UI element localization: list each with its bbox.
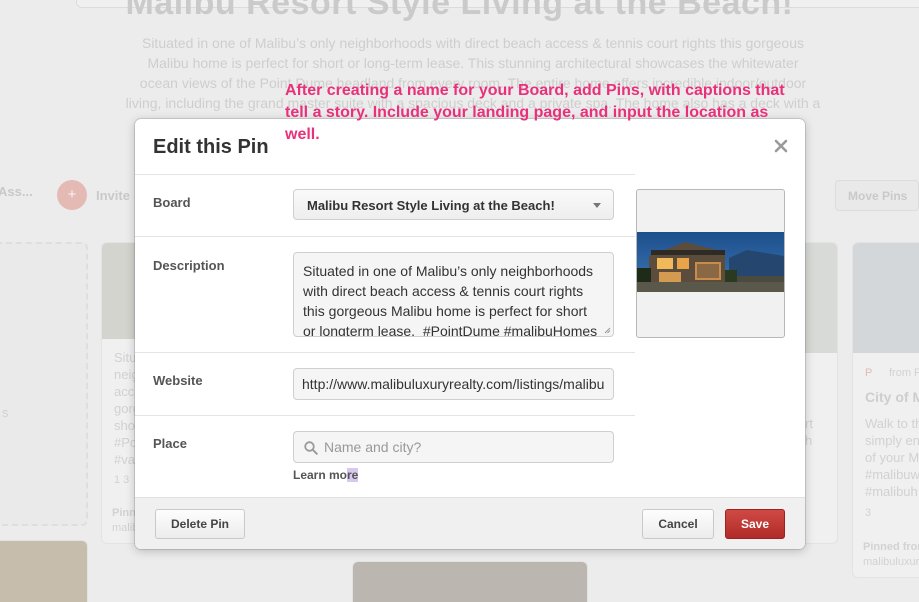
- resize-grip-icon[interactable]: [604, 327, 611, 334]
- learn-more-text-highlight: re: [347, 468, 359, 482]
- delete-pin-button[interactable]: Delete Pin: [155, 509, 245, 539]
- edit-pin-dialog: Edit this Pin Board Malibu Resort Style …: [135, 119, 805, 549]
- place-placeholder: Name and city?: [324, 439, 422, 455]
- pin-image-preview: [636, 189, 785, 338]
- website-input[interactable]: http://www.malibuluxuryrealty.com/listin…: [293, 368, 614, 400]
- dialog-footer: Delete Pin Cancel Save: [135, 497, 805, 549]
- description-label: Description: [153, 258, 225, 273]
- learn-more-link[interactable]: Learn more: [293, 468, 359, 482]
- callout-line: tell a story. Include your landing page,…: [285, 104, 769, 121]
- board-select[interactable]: Malibu Resort Style Living at the Beach!: [293, 189, 614, 220]
- place-input[interactable]: Name and city?: [293, 431, 614, 463]
- board-select-value: Malibu Resort Style Living at the Beach!: [307, 198, 555, 213]
- callout-line: After creating a name for your Board, ad…: [285, 82, 785, 99]
- dialog-title: Edit this Pin: [153, 136, 269, 158]
- house-photo: [637, 232, 784, 292]
- callout-line: well.: [285, 126, 320, 143]
- cancel-button[interactable]: Cancel: [642, 509, 714, 539]
- learn-more-text: Learn mo: [293, 468, 348, 482]
- save-button[interactable]: Save: [725, 509, 785, 539]
- place-label: Place: [153, 436, 187, 451]
- board-label: Board: [153, 195, 191, 210]
- chevron-down-icon: [593, 203, 601, 208]
- description-textarea[interactable]: Situated in one of Malibu’s only neighbo…: [293, 252, 614, 337]
- search-icon: [304, 441, 318, 455]
- website-label: Website: [153, 373, 203, 388]
- tutorial-callout: After creating a name for your Board, ad…: [285, 80, 825, 146]
- description-text: Situated in one of Malibu’s only neighbo…: [303, 263, 598, 337]
